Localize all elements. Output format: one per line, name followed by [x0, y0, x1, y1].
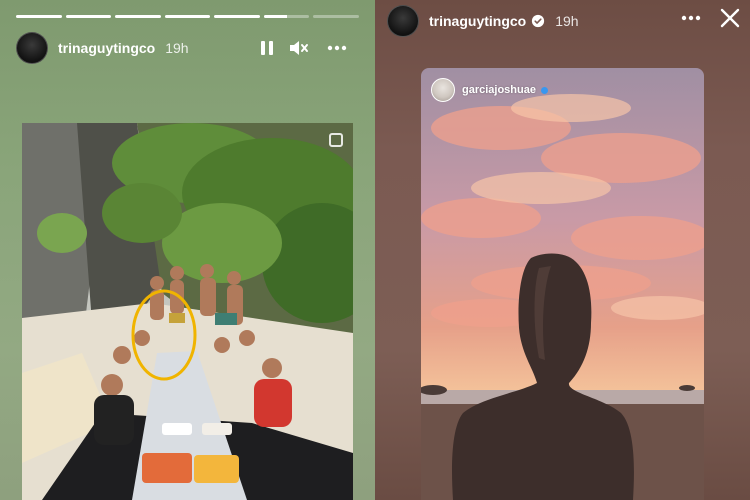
post-time: 19h [555, 13, 579, 29]
progress-segment [164, 15, 211, 18]
progress-fill [263, 15, 287, 18]
mention-username[interactable]: garciajoshuae [462, 84, 536, 96]
story-photo [22, 123, 353, 500]
verified-icon [540, 86, 548, 94]
story-header: trinaguytingco 19h [16, 30, 189, 66]
verified-icon [532, 14, 545, 28]
progress-segment [16, 15, 62, 18]
right-story-panel[interactable]: trinaguytingco 19h garciajoshuae [375, 0, 750, 500]
progress-fill [214, 15, 260, 18]
story-progress-bar [16, 15, 360, 18]
progress-segment [65, 15, 112, 18]
progress-segment [115, 15, 161, 18]
progress-segment [263, 15, 310, 18]
username[interactable]: trinaguytingco [429, 13, 526, 29]
mention-tag[interactable]: garciajoshuae [431, 78, 548, 102]
close-icon[interactable] [718, 6, 742, 30]
avatar[interactable] [16, 32, 48, 64]
multi-photo-icon [329, 133, 343, 147]
progress-fill [16, 15, 62, 18]
progress-fill [115, 15, 161, 18]
avatar[interactable] [387, 5, 419, 37]
progress-segment [214, 15, 260, 18]
pause-icon[interactable] [256, 38, 278, 58]
more-icon[interactable] [680, 8, 702, 28]
more-icon[interactable] [326, 38, 348, 58]
story-header: trinaguytingco 19h [387, 4, 579, 38]
mention-avatar[interactable] [431, 78, 455, 102]
reshared-story-photo[interactable]: garciajoshuae [421, 68, 704, 500]
progress-fill [65, 15, 112, 18]
left-story-panel[interactable]: trinaguytingco 19h [0, 0, 375, 500]
progress-segment [313, 15, 360, 18]
post-time: 19h [165, 40, 189, 56]
mute-icon[interactable] [288, 38, 310, 58]
progress-fill [164, 15, 211, 18]
username[interactable]: trinaguytingco [58, 40, 155, 56]
